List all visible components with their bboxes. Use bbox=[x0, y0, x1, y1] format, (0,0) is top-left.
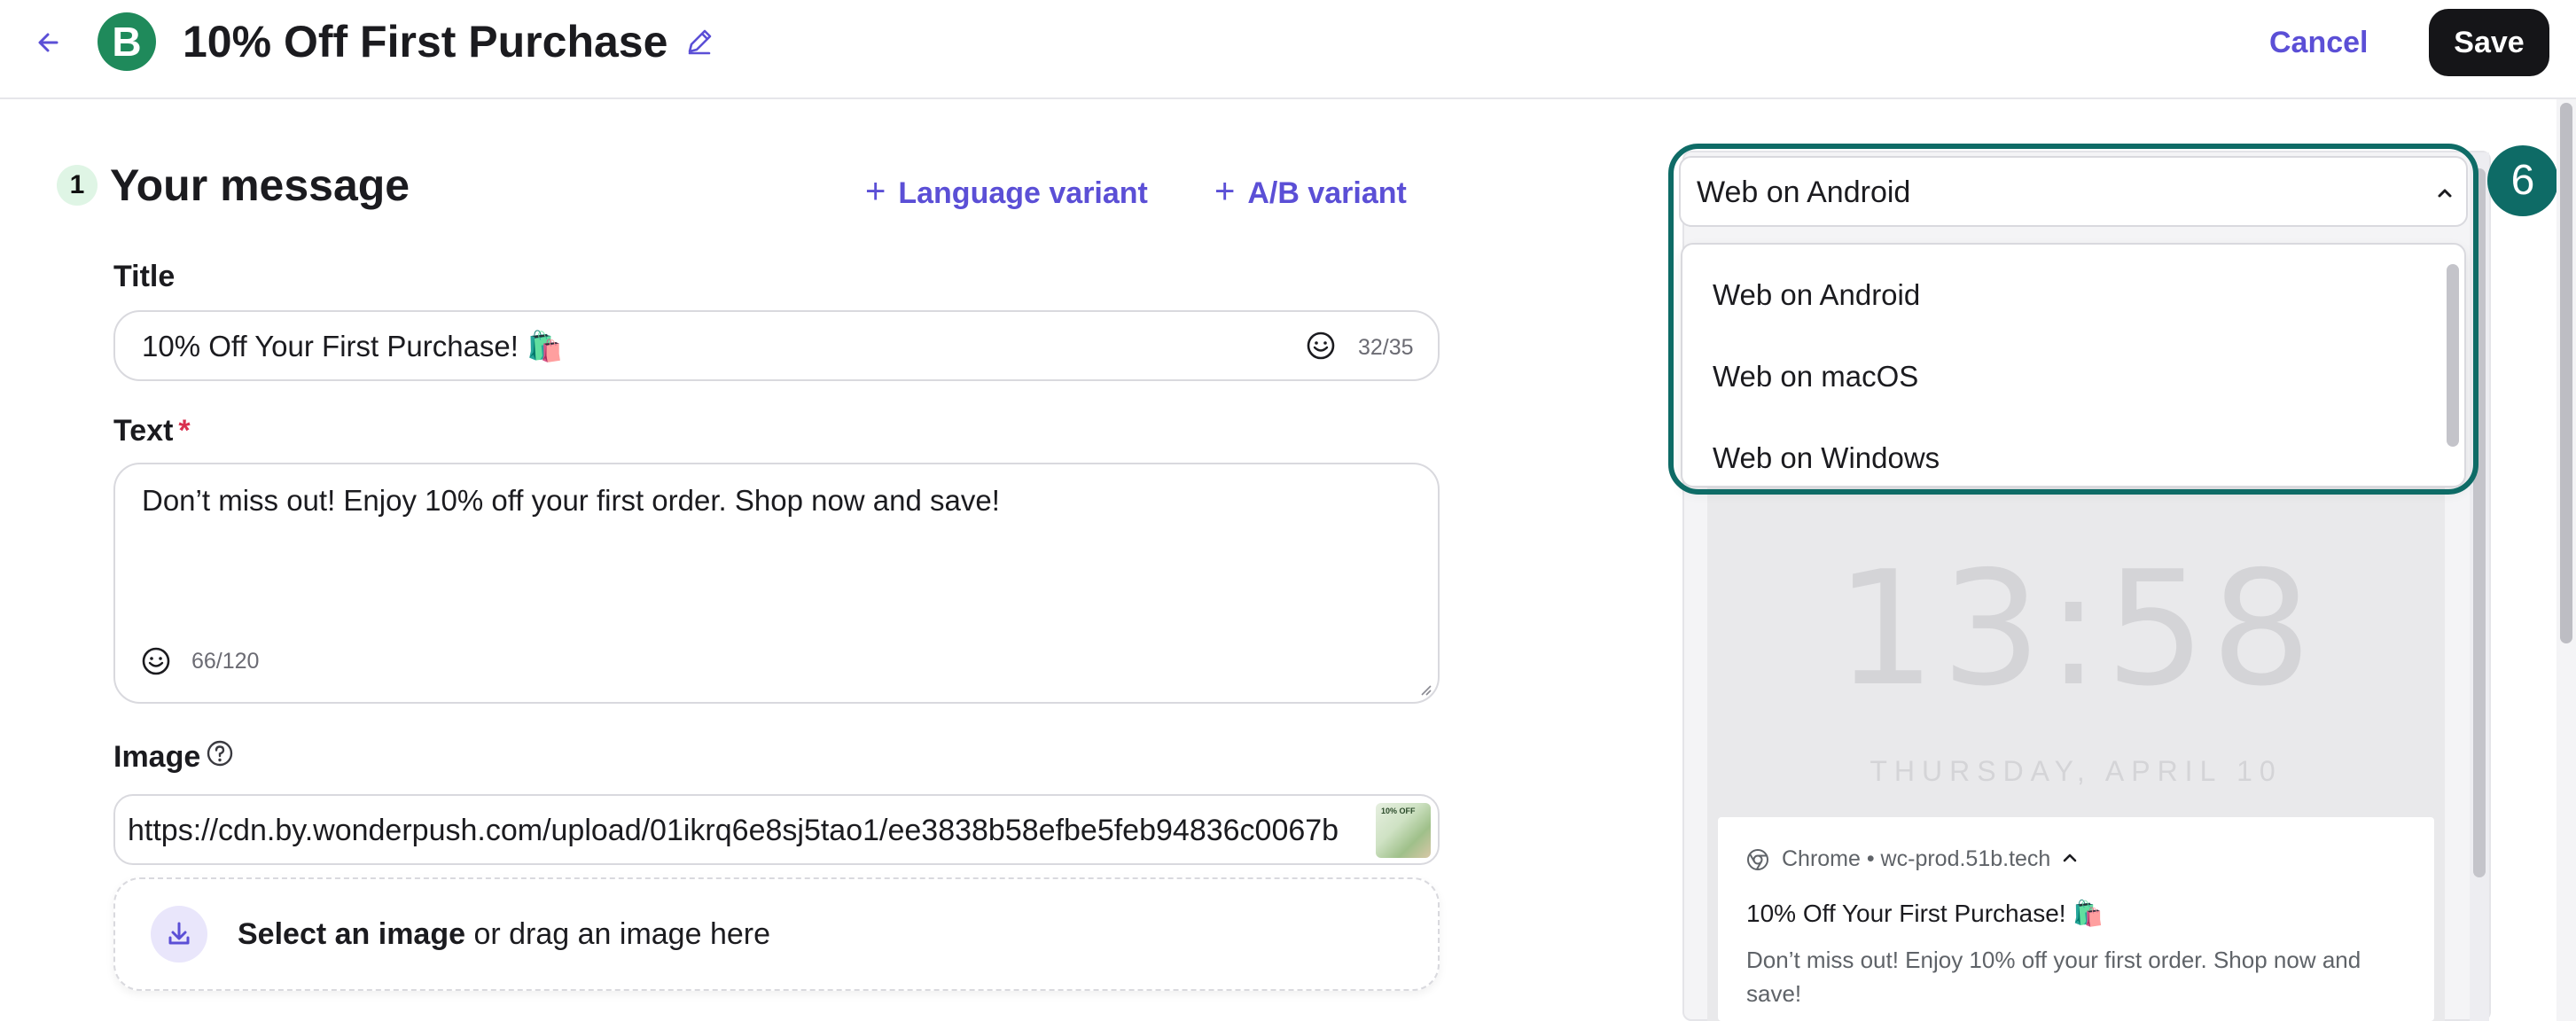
image-thumbnail: 10% OFF bbox=[1376, 803, 1431, 858]
notification-title: 10% Off Your First Purchase! 🛍️ bbox=[1746, 900, 2104, 927]
step-badge: 1 bbox=[57, 165, 98, 206]
preview-scrollbar-thumb[interactable] bbox=[2473, 168, 2486, 877]
dropdown-scrollbar-thumb[interactable] bbox=[2447, 264, 2459, 447]
smile-icon[interactable] bbox=[1305, 330, 1337, 362]
language-variant-label: Language variant bbox=[898, 176, 1148, 210]
platform-dropdown-menu: Web on Android Web on macOS Web on Windo… bbox=[1681, 243, 2466, 487]
title-field-label: Title bbox=[113, 260, 176, 293]
chevron-up-icon bbox=[2432, 181, 2457, 206]
step-marker: 6 bbox=[2487, 145, 2558, 216]
pencil-icon[interactable] bbox=[683, 25, 716, 58]
language-variant-button[interactable]: + Language variant bbox=[865, 172, 1148, 213]
lockscreen-clock: 13:58 bbox=[1835, 537, 2317, 721]
page-scrollbar-thumb[interactable] bbox=[2560, 103, 2572, 643]
ab-variant-label: A/B variant bbox=[1247, 176, 1407, 210]
plus-icon: + bbox=[1214, 172, 1236, 211]
cancel-button[interactable]: Cancel bbox=[2269, 19, 2369, 66]
download-icon bbox=[151, 906, 207, 963]
title-input-value: 10% Off Your First Purchase! 🛍️ bbox=[142, 330, 564, 362]
save-button[interactable]: Save bbox=[2429, 9, 2549, 76]
option-web-on-android[interactable]: Web on Android bbox=[1713, 277, 1920, 314]
image-thumbnail-text: 10% OFF bbox=[1381, 807, 1416, 815]
image-dropzone[interactable]: Select an image or drag an image here bbox=[113, 877, 1440, 991]
image-url-value: https://cdn.by.wonderpush.com/upload/01i… bbox=[128, 814, 1339, 847]
dropzone-text: Select an image or drag an image here bbox=[238, 915, 770, 954]
notification-meta: Chrome • wc-prod.51b.tech bbox=[1782, 846, 2051, 871]
option-web-on-macos[interactable]: Web on macOS bbox=[1713, 358, 1918, 395]
title-input[interactable]: 10% Off Your First Purchase! 🛍️ 32/35 bbox=[113, 310, 1440, 381]
help-circle-icon[interactable] bbox=[206, 739, 234, 768]
ab-variant-button[interactable]: + A/B variant bbox=[1214, 172, 1407, 213]
platform-select-value: Web on Android bbox=[1697, 175, 1911, 209]
text-counter: 66/120 bbox=[191, 649, 260, 674]
notification-body: Don’t miss out! Enjoy 10% off your first… bbox=[1746, 947, 2361, 1007]
text-textarea-value: Don’t miss out! Enjoy 10% off your first… bbox=[142, 484, 1000, 517]
chrome-icon bbox=[1746, 848, 1769, 871]
brand-logo: B bbox=[98, 12, 156, 71]
text-label: Text bbox=[113, 414, 174, 448]
smile-icon[interactable] bbox=[140, 645, 172, 677]
resize-grip-icon[interactable] bbox=[1418, 682, 1432, 697]
dropzone-bold-text: Select an image bbox=[238, 917, 466, 951]
image-url-input[interactable]: https://cdn.by.wonderpush.com/upload/01i… bbox=[113, 794, 1440, 865]
text-field-label: Text * bbox=[113, 411, 191, 450]
platform-select[interactable]: Web on Android bbox=[1679, 156, 2468, 227]
back-arrow-icon[interactable] bbox=[34, 25, 64, 60]
chevron-up-icon[interactable] bbox=[2060, 848, 2080, 868]
header-bar: B 10% Off First Purchase Cancel Save bbox=[0, 0, 2576, 99]
section-title: Your message bbox=[110, 160, 410, 210]
page-title: 10% Off First Purchase bbox=[183, 17, 668, 66]
text-textarea[interactable]: Don’t miss out! Enjoy 10% off your first… bbox=[113, 463, 1440, 704]
plus-icon: + bbox=[865, 172, 886, 211]
lockscreen-date: THURSDAY, APRIL 10 bbox=[1870, 755, 2283, 787]
dropzone-rest-text: or drag an image here bbox=[465, 917, 770, 951]
image-field-label: Image bbox=[113, 740, 201, 774]
required-mark: * bbox=[178, 414, 191, 448]
option-web-on-windows[interactable]: Web on Windows bbox=[1713, 440, 1940, 477]
title-counter: 32/35 bbox=[1358, 335, 1414, 360]
